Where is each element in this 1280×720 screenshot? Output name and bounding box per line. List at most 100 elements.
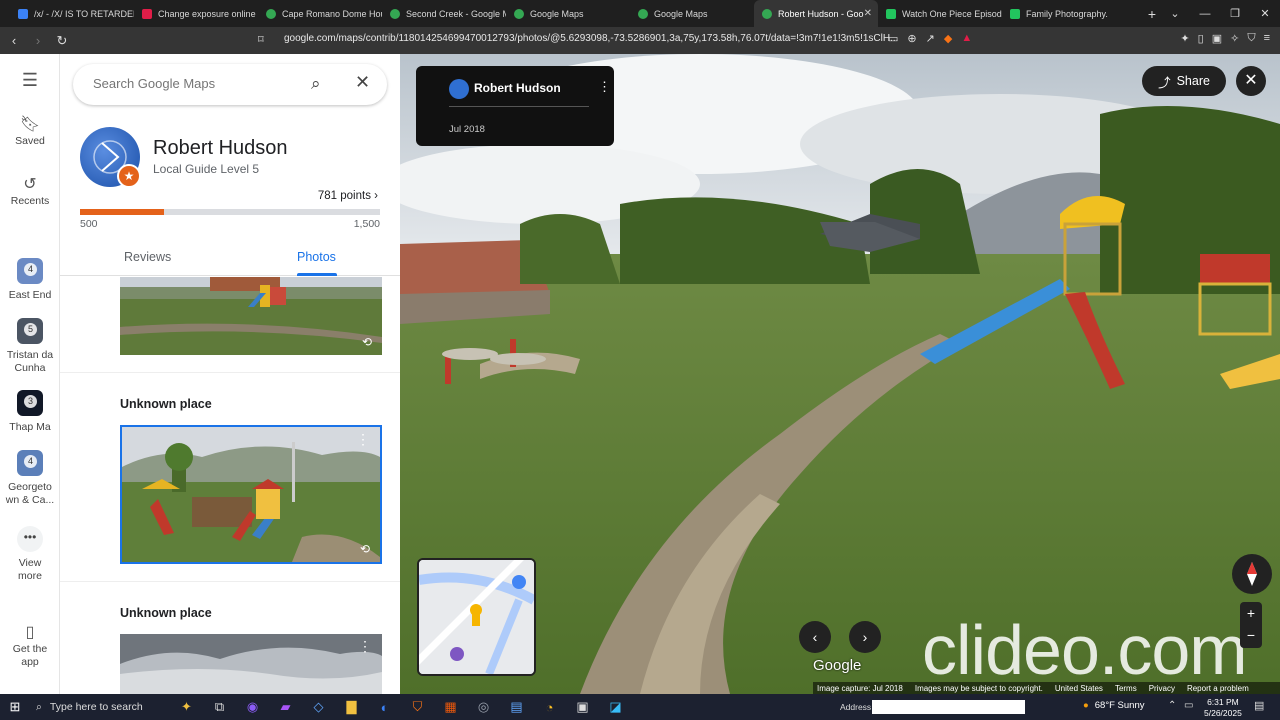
rail-recents[interactable]: ↺ Recents — [0, 177, 60, 208]
region-link[interactable]: United States — [1055, 684, 1103, 693]
weather-widget[interactable]: ● 68°F Sunny — [1083, 700, 1145, 711]
browser-tab[interactable]: Change exposure online — [134, 0, 258, 27]
taskbar-search[interactable]: ⌕ Type here to search — [30, 694, 170, 720]
back-icon[interactable]: ‹ — [4, 33, 24, 48]
street-view-viewer[interactable]: Robert Hudson ⋮ Jul 2018 ⤴ Share ✕ ‹ › Go… — [400, 54, 1280, 694]
extensions-icon[interactable]: ✦ — [1180, 32, 1189, 45]
chevron-down-icon[interactable]: ⌄ — [1160, 7, 1190, 20]
close-icon[interactable]: ✕ — [355, 72, 370, 93]
mini-map[interactable] — [417, 558, 536, 676]
search-input[interactable] — [93, 76, 293, 91]
browser-tab[interactable]: Google Maps — [630, 0, 754, 27]
zoom-out-icon[interactable]: − — [1240, 624, 1262, 646]
tab-close-icon[interactable]: ✕ — [864, 8, 872, 19]
browser-tab[interactable]: Family Photography. — [1002, 0, 1126, 27]
address-toolbar-input[interactable] — [872, 700, 1025, 714]
vscode-icon[interactable]: ◇ — [302, 699, 335, 715]
points-link[interactable]: 781 points › — [318, 190, 378, 202]
place-thumbnail: 5 — [17, 318, 43, 344]
rail-saved[interactable]: 🔖︎ Saved — [0, 117, 60, 148]
app-icon[interactable]: ◪ — [599, 699, 632, 715]
previous-photo-button[interactable]: ‹ — [799, 621, 831, 653]
rail-recent-place[interactable]: 4 East End — [0, 258, 60, 302]
more-vert-icon[interactable]: ⋮ — [356, 431, 370, 448]
app-icon[interactable]: ◔ — [533, 700, 566, 715]
close-window-icon[interactable]: ✕ — [1250, 7, 1280, 20]
playground-photo — [122, 427, 380, 562]
wallet-icon[interactable]: ▣ — [1212, 32, 1222, 45]
rail-menu[interactable]: ☰ — [0, 71, 60, 91]
tab-photos[interactable]: Photos — [297, 250, 336, 264]
photo-thumbnail[interactable]: ⋮ — [120, 634, 382, 694]
rail-recent-place[interactable]: 4 Georgeto wn & Ca... — [0, 450, 60, 507]
url-field[interactable]: google.com/maps/contrib/1180142546994700… — [284, 33, 898, 44]
system-clock[interactable]: 6:31 PM 5/26/2025 — [1204, 697, 1242, 719]
browser-tab[interactable]: Cape Romano Dome Hou — [258, 0, 382, 27]
reload-icon[interactable]: ↻ — [52, 33, 72, 49]
browser-tab-active[interactable]: Robert Hudson - Goo ✕ — [754, 0, 878, 27]
rail-recent-place[interactable]: 5 Tristan da Cunha — [0, 318, 60, 375]
place-thumbnail: 3 — [17, 390, 43, 416]
photo-thumbnail[interactable]: ⟲ — [120, 277, 382, 355]
app-icon[interactable]: ◎ — [467, 699, 500, 715]
forward-icon[interactable]: › — [28, 33, 48, 48]
compass-button[interactable] — [1232, 554, 1272, 594]
cast-icon[interactable]: ▭ — [888, 32, 898, 45]
task-view-icon[interactable]: ⧉ — [203, 699, 236, 715]
minimize-icon[interactable]: — — [1190, 8, 1220, 20]
photo-thumbnail-selected[interactable]: ⋮ ⟲ — [120, 425, 382, 564]
more-vert-icon[interactable]: ⋮ — [598, 79, 611, 95]
more-icon: ••• — [17, 526, 43, 552]
browser-tab[interactable]: Google Maps — [506, 0, 630, 27]
copilot-icon[interactable]: ✦ — [170, 699, 203, 715]
file-explorer-icon[interactable]: ▇ — [335, 699, 368, 715]
tab-reviews[interactable]: Reviews — [124, 250, 171, 264]
brave-rewards-icon[interactable]: ▲ — [961, 32, 972, 45]
menu-icon[interactable]: ≡ — [1264, 32, 1270, 45]
tab-label: Watch One Piece Episode — [902, 8, 1002, 19]
share-page-icon[interactable]: ↗ — [926, 32, 935, 45]
edge-icon[interactable]: ◐ — [368, 700, 401, 715]
author-avatar[interactable] — [449, 79, 469, 99]
phone-icon: ▯ — [25, 624, 35, 641]
brave-shield-icon[interactable]: ◆ — [944, 32, 952, 45]
image-capture-date: Image capture: Jul 2018 — [817, 683, 903, 693]
bookmark-icon[interactable]: ⌑ — [258, 33, 264, 46]
browser-tab[interactable]: /x/ - /X/ IS TO RETARDED — [10, 0, 134, 27]
browser-tab[interactable]: Second Creek - Google M — [382, 0, 506, 27]
play-icon — [1010, 8, 1020, 19]
report-problem-link[interactable]: Report a problem — [1187, 684, 1249, 693]
search-icon[interactable]: ⌕ — [311, 74, 321, 94]
restore-icon[interactable]: ❐ — [1220, 7, 1250, 20]
leo-icon[interactable]: ✧ — [1230, 32, 1239, 45]
tray-chevron-icon[interactable]: ⌃ — [1168, 700, 1176, 711]
brave-icon[interactable]: ⛉ — [401, 699, 434, 715]
zoom-in-icon[interactable]: + — [1240, 602, 1262, 624]
author-name[interactable]: Robert Hudson — [474, 81, 561, 95]
zoom-icon[interactable]: ⊕ — [907, 32, 916, 45]
keyboard-icon[interactable]: ▭ — [1184, 700, 1193, 711]
more-vert-icon[interactable]: ⋮ — [358, 638, 372, 655]
weather-text: 68°F Sunny — [1094, 700, 1145, 711]
close-viewer-button[interactable]: ✕ — [1236, 66, 1266, 96]
copilot-app-icon[interactable]: ◉ — [236, 699, 269, 715]
sidebar-icon[interactable]: ▯ — [1198, 32, 1204, 45]
rail-get-app[interactable]: ▯ Get the app — [0, 624, 60, 669]
notifications-icon[interactable]: ▤ — [1254, 699, 1264, 712]
share-button[interactable]: ⤴ Share — [1142, 66, 1226, 96]
app-icon[interactable]: ▤ — [500, 699, 533, 715]
app-icon[interactable]: ▦ — [434, 699, 467, 715]
browser-tab[interactable]: Watch One Piece Episode — [878, 0, 1002, 27]
privacy-link[interactable]: Privacy — [1149, 684, 1175, 693]
rail-view-more[interactable]: ••• View more — [0, 526, 60, 583]
vpn-icon[interactable]: ⛉ — [1247, 32, 1255, 45]
rail-recent-place[interactable]: 3 Thap Ma — [0, 390, 60, 434]
panorama-icon: ⟲ — [361, 335, 372, 349]
terms-link[interactable]: Terms — [1115, 684, 1137, 693]
local-guide-star-icon: ★ — [117, 164, 141, 188]
windows-start-icon[interactable]: ⊞ — [0, 699, 30, 715]
next-photo-button[interactable]: › — [849, 621, 881, 653]
place-thumbnail: 4 — [17, 258, 43, 284]
app-icon[interactable]: ▰ — [269, 699, 302, 715]
app-icon[interactable]: ▣ — [566, 699, 599, 715]
